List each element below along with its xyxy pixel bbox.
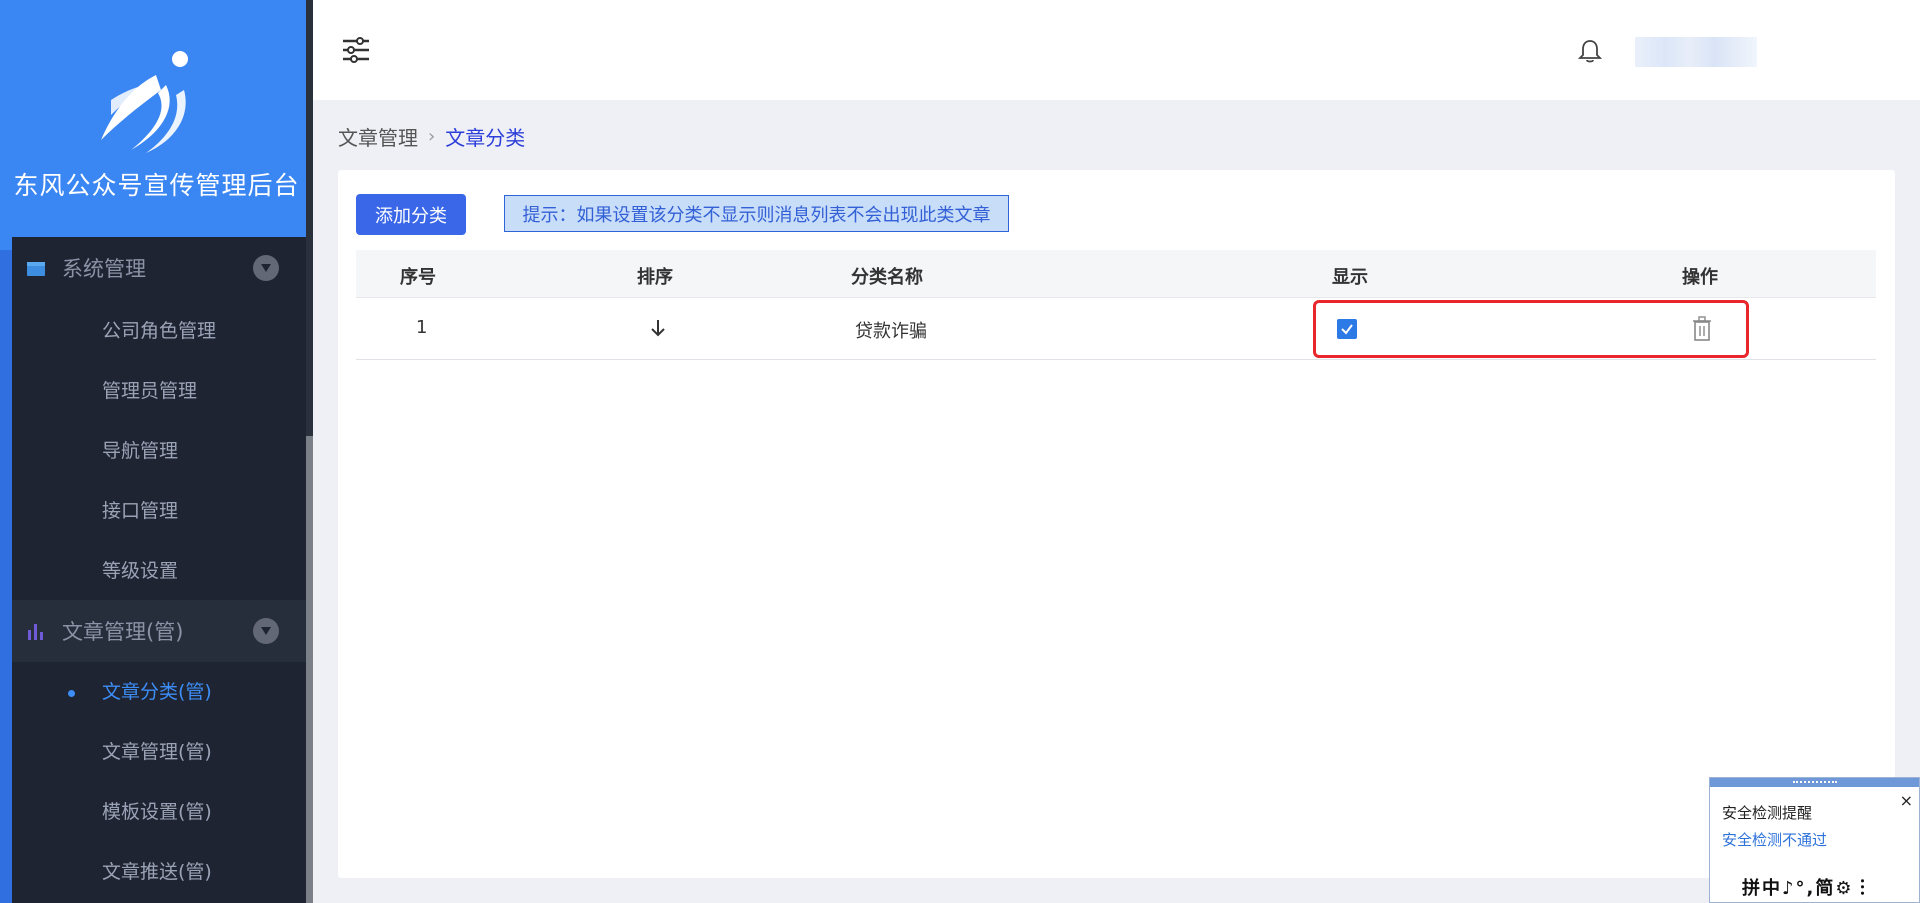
sidebar-item-push[interactable]: 文章推送(管) <box>102 857 212 887</box>
add-category-button[interactable]: 添加分类 <box>356 194 466 235</box>
top-header <box>313 0 1920 100</box>
cell-category-name: 贷款诈骗 <box>855 321 927 342</box>
sidebar-accent-bar <box>0 250 12 903</box>
sidebar-scrollbar-thumb[interactable] <box>306 436 313 903</box>
filter-icon[interactable] <box>341 36 371 64</box>
breadcrumb-parent[interactable]: 文章管理 <box>338 122 418 151</box>
column-header-sort: 排序 <box>637 267 673 288</box>
chevron-down-icon[interactable] <box>253 618 279 644</box>
brand-logo <box>101 51 188 153</box>
content-card: 添加分类 提示：如果设置该分类不显示则消息列表不会出现此类文章 序号 排序 分类… <box>338 170 1895 878</box>
calendar-icon <box>27 260 57 276</box>
column-header-name: 分类名称 <box>851 267 923 288</box>
column-header-index: 序号 <box>400 267 436 288</box>
sidebar-item-admins[interactable]: 管理员管理 <box>102 376 197 406</box>
column-header-visible: 显示 <box>1332 267 1368 288</box>
breadcrumb: 文章管理 › 文章分类 <box>338 122 525 151</box>
ime-toolbar[interactable]: 拼中♪°,简⚙︙ <box>1742 874 1873 900</box>
sidebar-item-role[interactable]: 公司角色管理 <box>102 316 216 346</box>
sidebar-group-system[interactable]: 系统管理 <box>12 237 306 299</box>
cell-index: 1 <box>416 317 428 338</box>
breadcrumb-current: 文章分类 <box>445 126 526 150</box>
sidebar: 东风公众号宣传管理后台 系统管理 公司角色管理 管理员管理 导航管理 接口管理 … <box>0 0 313 903</box>
active-indicator-dot <box>68 690 75 697</box>
sidebar-item-nav[interactable]: 导航管理 <box>102 436 178 466</box>
brand-title: 东风公众号宣传管理后台 <box>13 171 300 200</box>
popup-link[interactable]: 安全检测不通过 <box>1722 829 1827 850</box>
arrow-down-icon[interactable] <box>647 316 669 340</box>
sidebar-item-level[interactable]: 等级设置 <box>102 556 178 586</box>
sidebar-item-api[interactable]: 接口管理 <box>102 496 178 526</box>
chevron-right-icon: › <box>428 126 436 147</box>
popup-title: 安全检测提醒 <box>1722 804 1813 822</box>
popup-drag-handle[interactable] <box>1710 778 1919 787</box>
user-info-blurred[interactable] <box>1635 37 1757 67</box>
annotation-highlight-box <box>1313 300 1749 358</box>
brand-header: 东风公众号宣传管理后台 <box>0 0 313 250</box>
sidebar-item-template[interactable]: 模板设置(管) <box>102 797 212 827</box>
bar-chart-icon <box>27 622 57 640</box>
sidebar-item-article-manage[interactable]: 文章管理(管) <box>102 737 212 767</box>
close-icon[interactable]: × <box>1900 791 1913 810</box>
sidebar-group-article[interactable]: 文章管理(管) <box>12 600 306 662</box>
bell-icon[interactable] <box>1578 38 1602 64</box>
hint-banner: 提示：如果设置该分类不显示则消息列表不会出现此类文章 <box>504 195 1009 232</box>
sidebar-group-label: 系统管理 <box>62 257 146 281</box>
sidebar-item-article-category[interactable]: 文章分类(管) <box>102 677 212 707</box>
chevron-down-icon[interactable] <box>253 255 279 281</box>
sidebar-group-label: 文章管理(管) <box>62 620 184 644</box>
table-header: 序号 排序 分类名称 显示 操作 <box>356 250 1876 298</box>
column-header-actions: 操作 <box>1682 267 1718 288</box>
security-alert-popup: × 安全检测提醒 安全检测不通过 拼中♪°,简⚙︙ <box>1709 777 1920 903</box>
